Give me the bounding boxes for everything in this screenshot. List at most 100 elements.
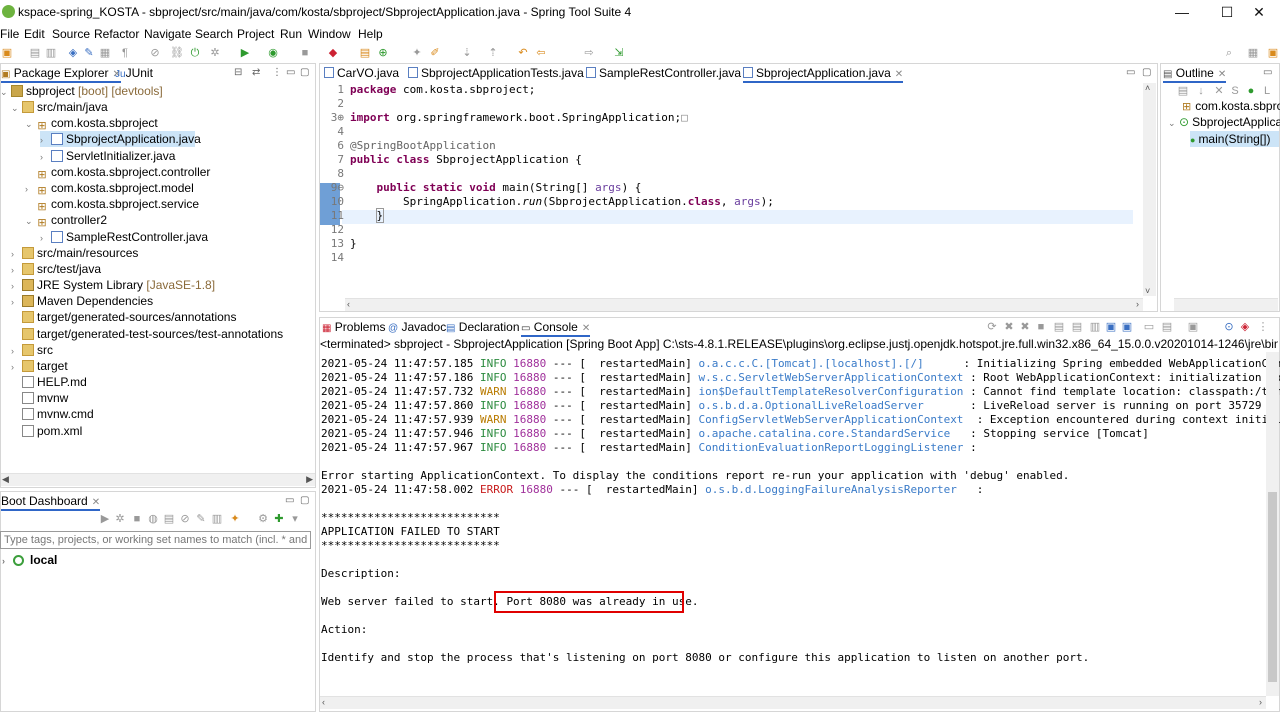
save-icon[interactable]: ▤ <box>28 46 42 60</box>
view-menu-icon[interactable]: ⋮ <box>272 67 282 78</box>
hide-fields-icon[interactable]: ✕ <box>1212 84 1226 98</box>
scroll-down-icon[interactable]: ˅ <box>1145 286 1150 296</box>
last-edit-icon[interactable]: ↶ <box>516 46 530 60</box>
scroll-thumb[interactable] <box>1268 492 1277 682</box>
view-menu-icon[interactable]: ⋮ <box>1256 320 1270 334</box>
new-java-project-icon[interactable]: ▤ <box>358 46 372 60</box>
scroll-up-icon[interactable]: ˄ <box>1145 83 1150 93</box>
tree-item-controller2[interactable]: ⌄ ⊞ controller2 <box>25 212 107 229</box>
debug-console-icon[interactable]: ◈ <box>1238 320 1252 334</box>
tree-item-mvnw-cmd[interactable]: mvnw.cmd <box>22 406 94 422</box>
tree-item-help-md[interactable]: HELP.md <box>22 374 87 390</box>
tab-boot-dashboard[interactable]: Boot Dashboard ✕ <box>1 493 101 511</box>
menu-file[interactable]: File <box>0 27 19 41</box>
menu-source[interactable]: Source <box>52 27 90 41</box>
console-hscroll[interactable]: ‹ › <box>320 696 1266 709</box>
menu-run[interactable]: Run <box>280 27 302 41</box>
scroll-right-icon[interactable]: › <box>1136 299 1139 309</box>
tree-item-controller-package[interactable]: ⊞ com.kosta.sbproject.controller <box>36 164 210 181</box>
tab-sbprojectapplication[interactable]: SbprojectApplication.java ✕ <box>743 65 904 83</box>
skip-breakpoints-icon[interactable]: ⊘ <box>148 46 162 60</box>
minimize-view-icon[interactable]: ▭ <box>1126 67 1135 78</box>
tree-item-samplerestcontroller[interactable]: › SampleRestController.java <box>40 229 208 245</box>
tree-item-generated-sources[interactable]: target/generated-sources/annotations <box>22 309 236 325</box>
search-icon[interactable]: ⌕ <box>1222 46 1236 60</box>
terminate-all-icon[interactable]: ✖ <box>1018 320 1032 334</box>
open-console-icon[interactable]: ▣ <box>1186 320 1200 334</box>
sort-icon[interactable]: ↓ <box>1194 84 1208 98</box>
start-icon[interactable]: ▶ <box>98 512 112 526</box>
tree-item-generated-test-sources[interactable]: target/generated-test-sources/test-annot… <box>22 326 283 342</box>
scroll-left-icon[interactable]: ◀ <box>2 474 9 485</box>
stop-icon[interactable]: ■ <box>298 46 312 60</box>
debug-icon[interactable]: ✲ <box>113 512 127 526</box>
tree-item-com-kosta-sbproject[interactable]: ⌄ ⊞ com.kosta.sbproject <box>25 115 158 132</box>
run-icon[interactable]: ▶ <box>238 46 252 60</box>
next-annotation-icon[interactable]: ⇣ <box>460 46 474 60</box>
console-vscroll[interactable] <box>1266 352 1279 696</box>
scroll-left-icon[interactable]: ‹ <box>322 697 325 707</box>
tree-item-sbprojectapplication[interactable]: › SbprojectApplication.java <box>40 131 201 147</box>
boot-dashboard-icon[interactable]: ⏻ <box>188 46 202 60</box>
scroll-lock-icon[interactable]: ▤ <box>1070 320 1084 334</box>
outline-item-class[interactable]: ⌄ ⊙ SbprojectApplica <box>1168 114 1280 130</box>
tree-item-src[interactable]: › src <box>11 342 53 358</box>
tab-samplerestcontroller[interactable]: SampleRestController.java <box>586 65 741 83</box>
tree-item-servletinitializer[interactable]: › ServletInitializer.java <box>40 148 175 164</box>
save-all-icon[interactable]: ▥ <box>44 46 58 60</box>
mark-occurrences-icon[interactable]: ✎ <box>82 46 96 60</box>
menu-window[interactable]: Window <box>308 27 351 41</box>
tree-item-src-test-java[interactable]: › src/test/java <box>11 261 101 277</box>
stop-icon[interactable]: ■ <box>130 512 144 526</box>
scroll-right-icon[interactable]: ▶ <box>306 474 313 485</box>
remove-all-icon[interactable]: ✖ <box>1002 320 1016 334</box>
link-icon[interactable]: ⛓ <box>170 46 184 60</box>
outline-hscroll[interactable] <box>1174 298 1278 311</box>
tab-carvo[interactable]: CarVO.java <box>324 65 399 83</box>
collapse-all-icon[interactable]: ⊟ <box>234 67 242 78</box>
view-menu-icon[interactable]: ▾ <box>288 512 302 526</box>
hide-nonpublic-icon[interactable]: ● <box>1244 84 1258 98</box>
close-icon[interactable]: ✕ <box>582 323 590 334</box>
search-icon-toolbar[interactable]: ✐ <box>428 46 442 60</box>
show-whitespace-icon[interactable]: ¶ <box>118 46 132 60</box>
minimize-button[interactable]: — <box>1159 0 1205 25</box>
editor-vscroll[interactable]: ˄ ˅ <box>1143 83 1156 296</box>
minimize-view-icon[interactable]: ▭ <box>285 495 294 506</box>
open-config-icon[interactable]: ▥ <box>210 512 224 526</box>
menu-project[interactable]: Project <box>237 27 274 41</box>
open-type-icon[interactable]: ✦ <box>410 46 424 60</box>
external-tools-icon[interactable]: ◆ <box>326 46 340 60</box>
menu-navigate[interactable]: Navigate <box>144 27 191 41</box>
coverage-icon[interactable]: ◉ <box>266 46 280 60</box>
minimize-view-icon[interactable]: ▭ <box>286 67 295 78</box>
scroll-left-icon[interactable]: ‹ <box>347 299 350 309</box>
tree-item-pom-xml[interactable]: pom.xml <box>22 423 82 439</box>
bulb-icon[interactable]: ✦ <box>228 512 242 526</box>
new-icon[interactable]: ▣ <box>0 46 14 60</box>
toggle-icon[interactable]: ◈ <box>66 46 80 60</box>
pin-console-icon[interactable]: ▭ <box>1142 320 1156 334</box>
maximize-view-icon[interactable]: ▢ <box>1142 67 1151 78</box>
edit-icon[interactable]: ✎ <box>194 512 208 526</box>
clear-console-icon[interactable]: ▤ <box>1052 320 1066 334</box>
tree-item-model-package[interactable]: › ⊞ com.kosta.sbproject.model <box>25 180 194 197</box>
console-icon[interactable]: ▤ <box>162 512 176 526</box>
tab-console[interactable]: ▭ Console ✕ <box>521 319 591 337</box>
scroll-right-icon[interactable]: › <box>1259 697 1262 707</box>
spring-perspective-icon[interactable]: ▣ <box>1266 46 1280 60</box>
collapse-icon[interactable]: ▤ <box>1176 84 1190 98</box>
terminate-icon[interactable]: ■ <box>1034 320 1048 334</box>
menu-refactor[interactable]: Refactor <box>94 27 139 41</box>
tab-package-explorer[interactable]: ▣ Package Explorer ✕ <box>1 65 121 83</box>
hide-static-icon[interactable]: S <box>1228 84 1242 98</box>
new-package-icon[interactable]: ⊕ <box>376 46 390 60</box>
back-icon[interactable]: ⇦ <box>534 46 548 60</box>
minimize-view-icon[interactable]: ▭ <box>1263 67 1272 78</box>
previous-annotation-icon[interactable]: ⇡ <box>486 46 500 60</box>
add-icon[interactable]: ✚ <box>272 512 286 526</box>
close-icon[interactable]: ✕ <box>92 497 100 508</box>
show-on-error-icon[interactable]: ▣ <box>1120 320 1134 334</box>
browser-icon[interactable]: ⊘ <box>178 512 192 526</box>
tree-item-src-main-java[interactable]: ⌄ src/main/java <box>11 99 108 115</box>
